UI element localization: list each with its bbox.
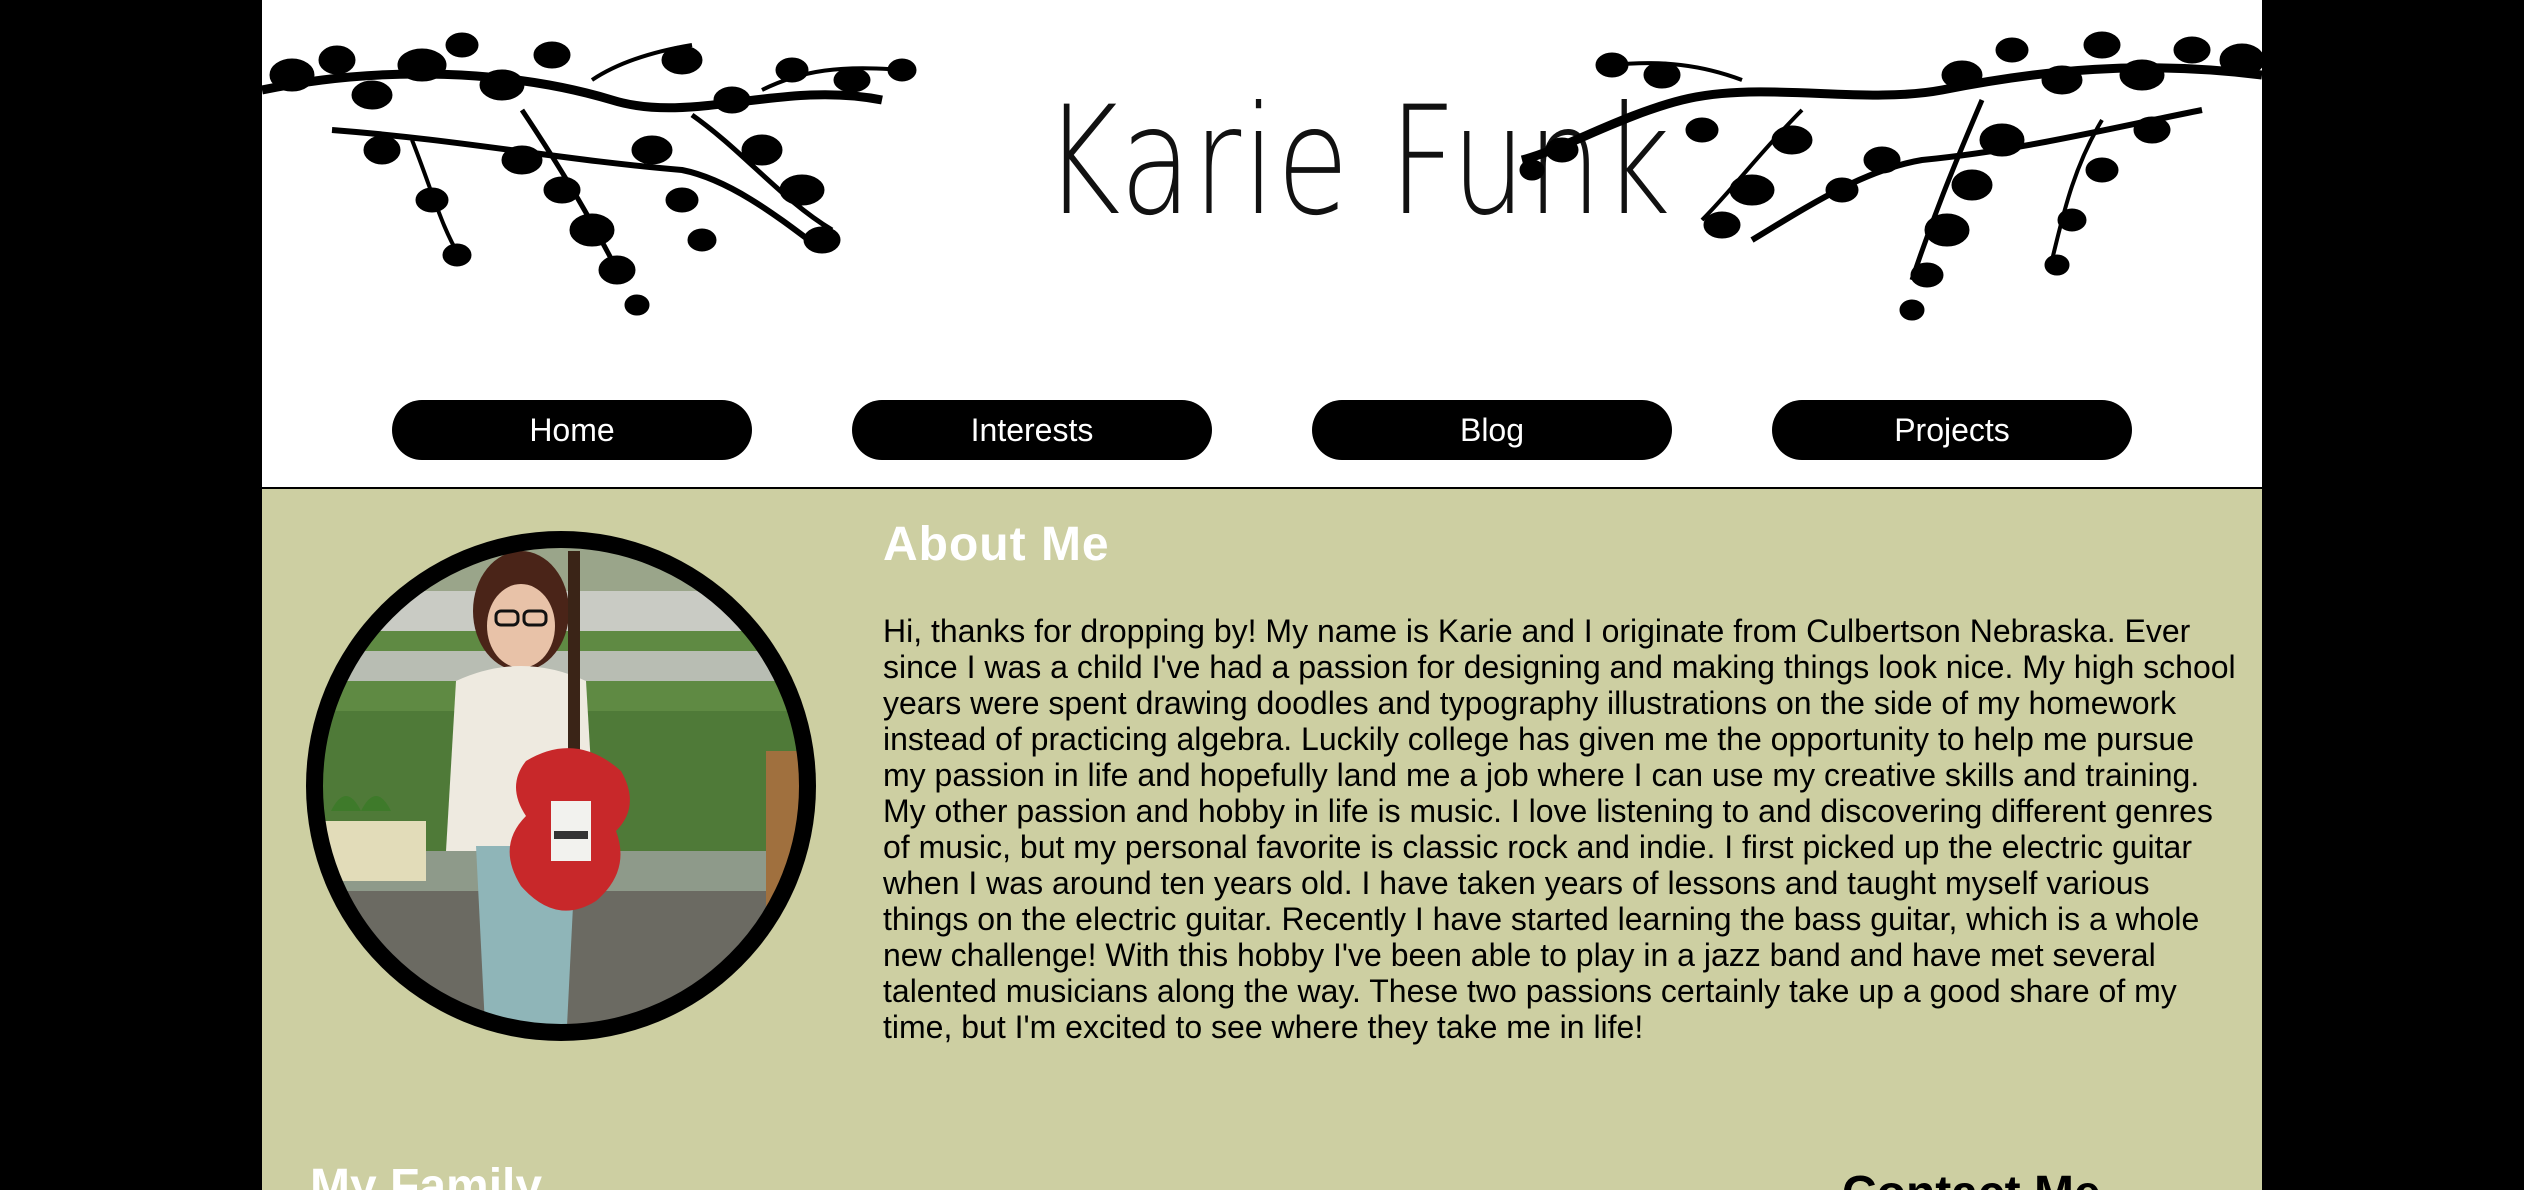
site-title: Karie Funk: [1043, 75, 1673, 249]
nav-blog-button[interactable]: Blog: [1312, 400, 1672, 460]
branch-left-icon: [262, 32, 917, 316]
my-family-heading: My Family: [310, 1160, 543, 1190]
about-paragraph-2: My other passion and hobby in life is mu…: [883, 793, 2213, 1045]
main-content: About Me Hi, thanks for dropping by! My …: [262, 489, 2262, 1190]
about-me-heading: About Me: [883, 518, 1110, 571]
branch-right-icon: [1519, 31, 2262, 321]
header: Karie Funk Home Interests Blog Projects: [262, 0, 2262, 489]
nav-projects-button[interactable]: Projects: [1772, 400, 2132, 460]
about-me-text: Hi, thanks for dropping by! My name is K…: [883, 613, 2243, 1045]
nav-interests-button[interactable]: Interests: [852, 400, 1212, 460]
main-nav: Home Interests Blog Projects: [262, 400, 2262, 460]
nav-home-button[interactable]: Home: [392, 400, 752, 460]
profile-photo: [306, 531, 816, 1041]
page: Karie Funk Home Interests Blog Projects …: [262, 0, 2262, 1190]
about-paragraph-1: Hi, thanks for dropping by! My name is K…: [883, 613, 2236, 793]
contact-me-heading: Contact Me: [1842, 1166, 2101, 1190]
